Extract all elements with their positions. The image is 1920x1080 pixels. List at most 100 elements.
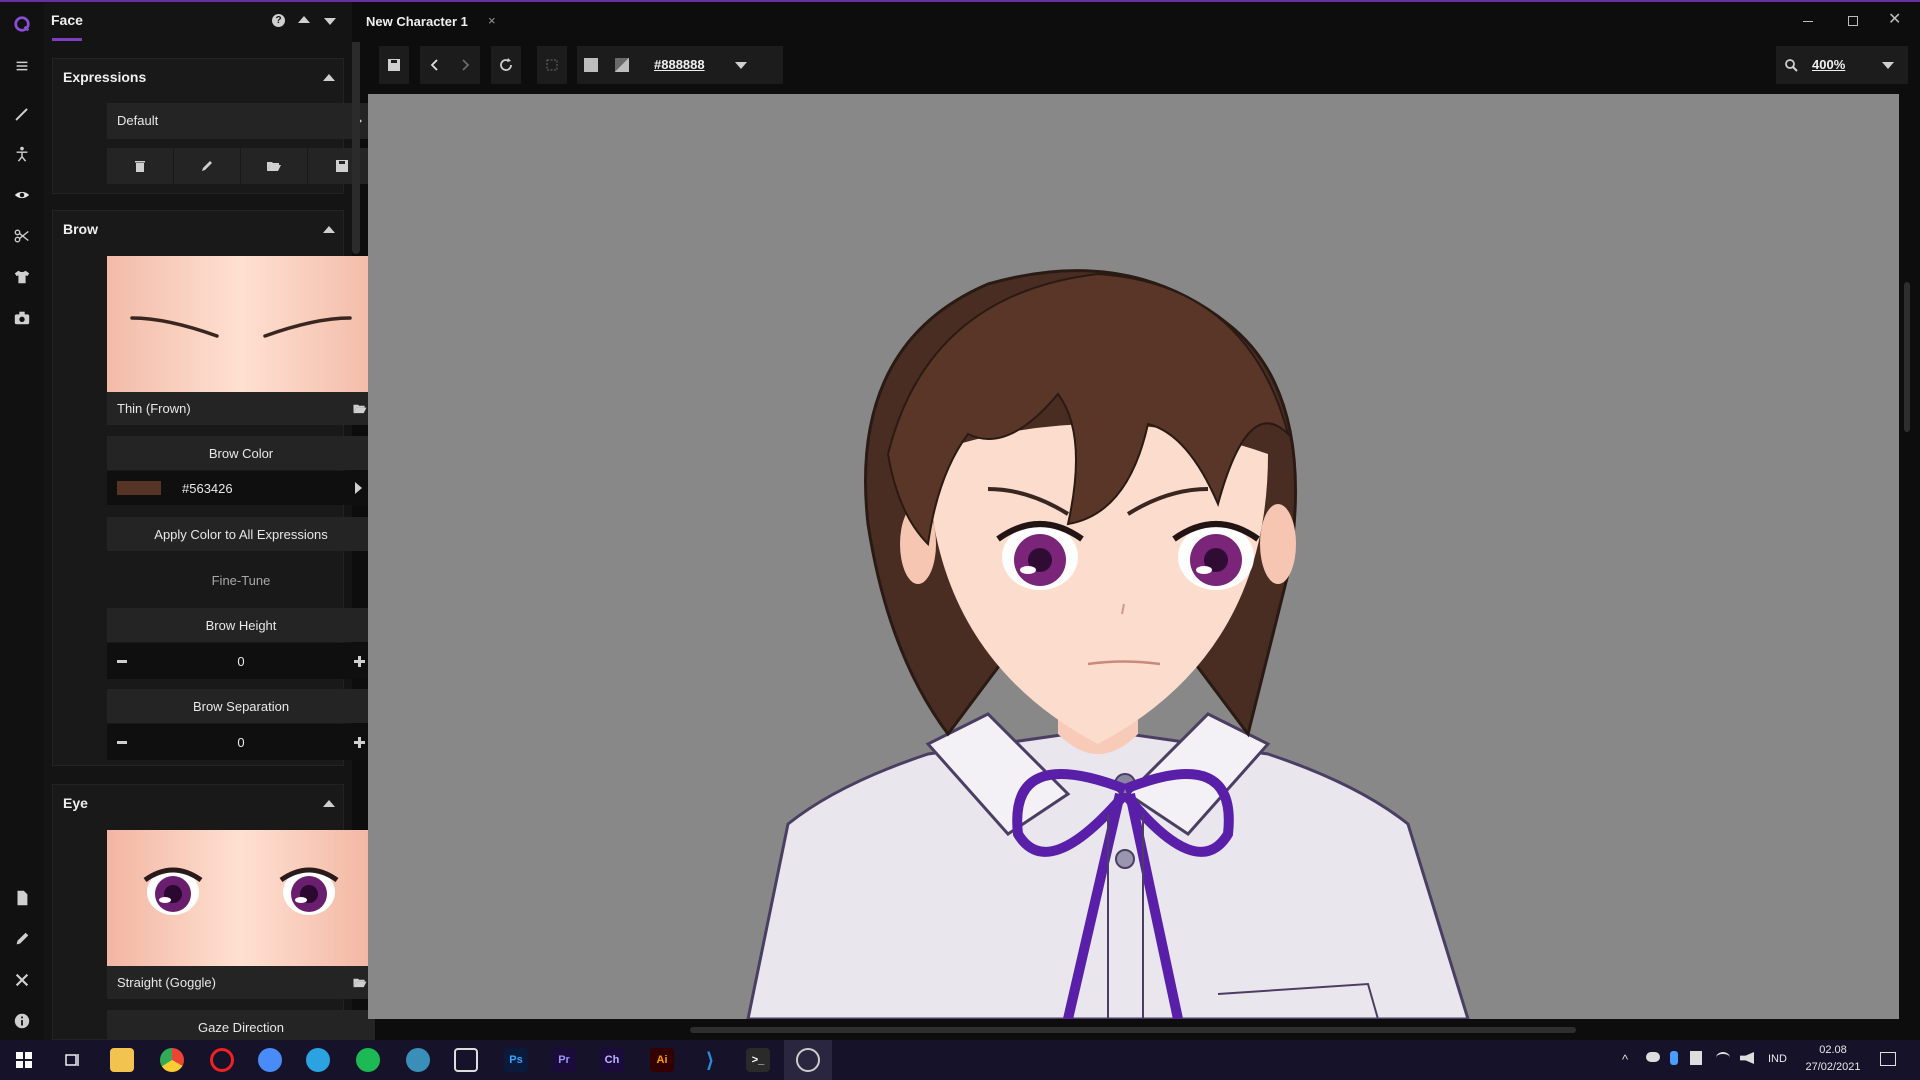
expression-actions xyxy=(107,148,375,184)
brow-separation-stepper[interactable]: 0 xyxy=(107,724,375,760)
eye-preview[interactable] xyxy=(107,830,375,966)
apply-color-all-button[interactable]: Apply Color to All Expressions xyxy=(107,517,375,551)
finetune-label: Fine-Tune xyxy=(211,573,271,588)
redo-button[interactable] xyxy=(450,46,480,84)
brow-preset-row[interactable]: Thin (Frown) xyxy=(107,392,375,425)
expand-all-icon[interactable] xyxy=(324,18,336,25)
folder-open-icon[interactable] xyxy=(352,402,368,415)
refresh-button[interactable] xyxy=(491,46,521,84)
zoom-value[interactable]: 400% xyxy=(1812,57,1845,72)
vscode-icon[interactable]: ⟩ xyxy=(698,1048,722,1072)
minimize-icon[interactable] xyxy=(1803,21,1813,22)
character-animator-icon[interactable]: Ch xyxy=(600,1048,624,1072)
undo-button[interactable] xyxy=(420,46,450,84)
brow-height-stepper[interactable]: 0 xyxy=(107,643,375,679)
defender-icon[interactable] xyxy=(1690,1051,1702,1065)
messenger-icon[interactable] xyxy=(258,1048,282,1072)
vroid-studio-icon[interactable] xyxy=(796,1048,820,1072)
brow-separation-label: Brow Separation xyxy=(192,699,290,714)
eye-collapse-icon[interactable] xyxy=(323,800,335,807)
open-button[interactable] xyxy=(241,148,307,184)
wifi-icon[interactable] xyxy=(1716,1052,1730,1064)
delete-button[interactable] xyxy=(107,148,173,184)
figure-icon[interactable] xyxy=(0,134,44,174)
solid-bg-icon[interactable] xyxy=(584,58,598,72)
character-viewport[interactable] xyxy=(368,94,1899,1019)
brow-color-header: Brow Color xyxy=(107,436,375,470)
premiere-icon[interactable]: Pr xyxy=(552,1048,576,1072)
opera-icon[interactable] xyxy=(210,1048,234,1072)
search-icon xyxy=(1785,59,1798,72)
eye-preset-row[interactable]: Straight (Goggle) xyxy=(107,966,375,999)
photoshop-icon[interactable]: Ps xyxy=(504,1048,528,1072)
viewport-hscrollbar[interactable] xyxy=(690,1027,1576,1033)
file-explorer-icon[interactable] xyxy=(110,1048,134,1072)
illustrator-icon[interactable]: Ai xyxy=(650,1048,674,1072)
tray-chevron-icon[interactable]: ^ xyxy=(1622,1052,1628,1067)
close-window-icon[interactable]: ✕ xyxy=(1888,9,1901,29)
viewport-vscrollbar[interactable] xyxy=(1904,282,1910,432)
dashed-rect-icon xyxy=(546,59,558,71)
brow-separation-header: Brow Separation xyxy=(107,689,375,723)
3d-box-icon[interactable] xyxy=(454,1048,478,1072)
rename-button[interactable] xyxy=(174,148,240,184)
collapse-all-icon[interactable] xyxy=(298,16,310,23)
checker-bg-icon[interactable] xyxy=(615,58,629,72)
brow-title: Brow xyxy=(63,221,98,237)
browser-icon[interactable] xyxy=(406,1048,430,1072)
pencil-icon xyxy=(202,161,212,171)
shirt-icon[interactable] xyxy=(0,257,44,297)
volume-icon[interactable] xyxy=(1740,1052,1754,1064)
tab-new-character[interactable]: New Character 1 xyxy=(366,14,468,29)
brow-preview[interactable] xyxy=(107,256,375,392)
tools-icon[interactable] xyxy=(0,960,44,1000)
zoom-dropdown-icon[interactable] xyxy=(1882,62,1894,69)
spotify-icon[interactable] xyxy=(356,1048,380,1072)
brow-height-value[interactable]: 0 xyxy=(107,654,375,669)
face-panel: Face ? Expressions Default Brow Thin (Fr… xyxy=(44,2,375,1040)
task-view-icon[interactable] xyxy=(60,1048,84,1072)
file-icon[interactable] xyxy=(0,878,44,918)
brow-collapse-icon[interactable] xyxy=(323,226,335,233)
tool-rail xyxy=(0,2,44,1040)
expression-select[interactable]: Default xyxy=(107,103,375,139)
expressions-collapse-icon[interactable] xyxy=(323,74,335,81)
plus-icon[interactable] xyxy=(358,736,361,748)
brow-height-header: Brow Height xyxy=(107,608,375,642)
save-button[interactable] xyxy=(308,148,375,184)
bluetooth-icon[interactable] xyxy=(1670,1051,1678,1065)
notifications-icon[interactable] xyxy=(1880,1052,1896,1066)
brow-color-picker[interactable]: #563426 xyxy=(107,471,375,505)
telegram-icon[interactable] xyxy=(306,1048,330,1072)
selection-button[interactable] xyxy=(537,46,567,84)
eye-icon[interactable] xyxy=(0,175,44,215)
folder-open-icon[interactable] xyxy=(352,976,368,989)
onedrive-icon[interactable] xyxy=(1646,1052,1660,1062)
save-button[interactable] xyxy=(379,46,409,84)
save-icon xyxy=(388,59,400,71)
restore-icon[interactable] xyxy=(1848,16,1858,26)
save-icon xyxy=(335,160,348,172)
clock-date[interactable]: 27/02/2021 xyxy=(1800,1061,1866,1073)
bg-color-value[interactable]: #888888 xyxy=(654,57,705,72)
panel-scrollbar[interactable] xyxy=(352,10,360,254)
chevron-left-icon xyxy=(430,59,438,71)
camera-icon[interactable] xyxy=(0,298,44,338)
terminal-icon[interactable]: >_ xyxy=(746,1048,770,1072)
info-icon[interactable] xyxy=(0,1001,44,1041)
pencil-icon[interactable] xyxy=(0,919,44,959)
menu-icon[interactable] xyxy=(0,46,44,86)
expressions-title: Expressions xyxy=(63,69,147,85)
bg-color-dropdown-icon[interactable] xyxy=(735,62,747,69)
tab-close-icon[interactable]: × xyxy=(488,13,496,28)
brush-icon[interactable] xyxy=(0,94,44,134)
language-indicator[interactable]: IND xyxy=(1768,1053,1787,1065)
chrome-icon[interactable] xyxy=(160,1048,184,1072)
brow-separation-value[interactable]: 0 xyxy=(107,735,375,750)
plus-icon[interactable] xyxy=(358,655,361,667)
windows-start-icon[interactable] xyxy=(12,1048,36,1072)
help-icon[interactable]: ? xyxy=(272,14,285,27)
brow-preview-image xyxy=(130,316,352,338)
clock-time[interactable]: 02.08 xyxy=(1800,1044,1866,1056)
scissors-icon[interactable] xyxy=(0,216,44,256)
